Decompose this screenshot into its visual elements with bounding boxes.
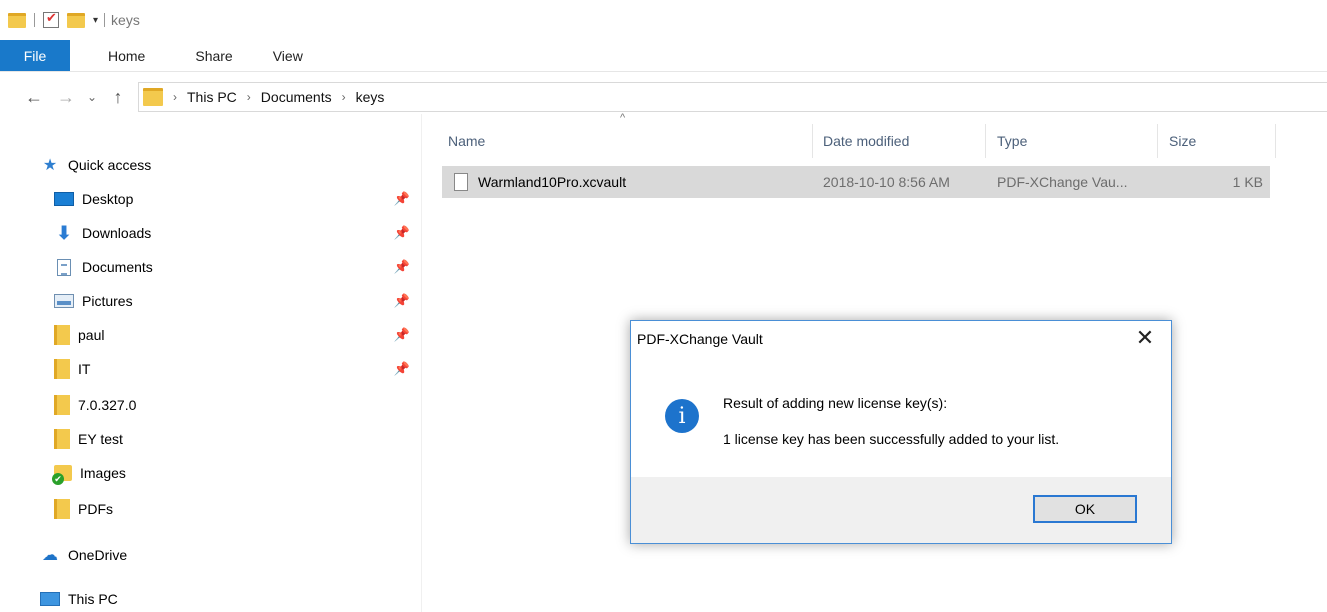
dialog-title: PDF-XChange Vault: [637, 331, 763, 347]
pin-icon[interactable]: 📌: [394, 225, 410, 241]
sidebar-item-label: Documents: [82, 259, 153, 275]
tab-file[interactable]: File: [0, 40, 70, 71]
cloud-icon: ☁: [42, 547, 58, 564]
tab-view[interactable]: View: [253, 40, 323, 71]
images-folder-icon: [52, 465, 72, 485]
chevron-right-icon[interactable]: ›: [173, 90, 177, 104]
downloads-icon: ⬇: [56, 222, 72, 243]
breadcrumb-documents[interactable]: Documents: [261, 89, 332, 105]
pin-icon[interactable]: 📌: [394, 293, 410, 309]
pin-icon[interactable]: 📌: [394, 327, 410, 343]
navigation-pane: ★ Quick access Desktop 📌 ⬇ Downloads 📌 D…: [0, 114, 422, 612]
sidebar-item-label: IT: [78, 361, 91, 377]
close-icon[interactable]: ✕: [1133, 325, 1157, 351]
breadcrumb-this-pc[interactable]: This PC: [187, 89, 237, 105]
folder-icon: [54, 499, 70, 519]
folder-icon: [143, 88, 163, 106]
ribbon-tabs: File Home Share View: [0, 40, 1327, 72]
sidebar-item-ey-test[interactable]: EY test: [54, 424, 420, 454]
chevron-right-icon[interactable]: ›: [342, 90, 346, 104]
column-divider[interactable]: [812, 124, 813, 158]
pin-icon[interactable]: 📌: [394, 259, 410, 275]
sidebar-item-pictures[interactable]: Pictures 📌: [54, 286, 420, 316]
column-divider[interactable]: [985, 124, 986, 158]
column-divider[interactable]: [1157, 124, 1158, 158]
column-header-date-modified[interactable]: Date modified: [823, 124, 973, 158]
sidebar-item-label: Pictures: [82, 293, 133, 309]
folder-icon: [8, 12, 26, 28]
sidebar-item-label: 7.0.327.0: [78, 397, 137, 413]
sidebar-item-label: paul: [78, 327, 105, 343]
ok-button[interactable]: OK: [1033, 495, 1137, 523]
sidebar-item-quick-access[interactable]: ★ Quick access: [40, 150, 420, 180]
sidebar-item-images[interactable]: Images: [52, 458, 420, 488]
documents-icon: [54, 258, 74, 276]
sidebar-item-label: Desktop: [82, 191, 134, 207]
breadcrumb-keys[interactable]: keys: [356, 89, 385, 105]
sidebar-item-label: This PC: [68, 591, 118, 607]
sort-ascending-icon: ^: [620, 112, 626, 124]
folder-icon: [54, 325, 70, 345]
dialog-message-heading: Result of adding new license key(s):: [723, 395, 948, 411]
sidebar-item-desktop[interactable]: Desktop 📌: [54, 184, 420, 214]
sidebar-item-7-0-327-0[interactable]: 7.0.327.0: [54, 390, 420, 420]
sidebar-item-it[interactable]: IT 📌: [54, 354, 420, 384]
toolbar-divider: [34, 13, 35, 27]
column-header-size[interactable]: Size: [1169, 124, 1269, 158]
tab-home[interactable]: Home: [70, 40, 165, 71]
file-size: 1 KB: [1232, 174, 1263, 190]
sidebar-item-pdfs[interactable]: PDFs: [54, 494, 420, 524]
star-icon: ★: [42, 157, 58, 174]
pin-icon[interactable]: 📌: [394, 191, 410, 207]
pictures-icon: [54, 294, 74, 308]
title-bar: ▾ keys: [0, 0, 1327, 40]
sidebar-item-downloads[interactable]: ⬇ Downloads 📌: [54, 218, 420, 248]
sidebar-item-label: Images: [80, 465, 126, 481]
customize-toolbar-icon[interactable]: ▾: [93, 15, 98, 26]
sidebar-item-label: OneDrive: [68, 547, 128, 563]
folder-icon: [54, 429, 70, 449]
forward-arrow-icon[interactable]: →: [54, 87, 78, 108]
desktop-icon: [54, 192, 74, 206]
sidebar-item-label: PDFs: [78, 501, 113, 517]
address-bar[interactable]: › This PC › Documents › keys: [138, 82, 1327, 112]
sidebar-item-documents[interactable]: Documents 📌: [54, 252, 420, 282]
column-header-name[interactable]: Name: [448, 124, 808, 158]
column-divider[interactable]: [1275, 124, 1276, 158]
navigation-bar: ← → ⌄ ↑ › This PC › Documents › keys: [0, 80, 1327, 114]
file-icon: [454, 173, 468, 191]
folder-icon: [54, 395, 70, 415]
dialog-message-body: 1 license key has been successfully adde…: [723, 431, 1060, 447]
table-row[interactable]: Warmland10Pro.xcvault 2018-10-10 8:56 AM…: [442, 166, 1270, 198]
file-date-modified: 2018-10-10 8:56 AM: [823, 174, 950, 190]
pin-icon[interactable]: 📌: [394, 361, 410, 377]
message-dialog: PDF-XChange Vault ✕ i Result of adding n…: [630, 320, 1172, 544]
recent-locations-icon[interactable]: ⌄: [80, 90, 104, 104]
chevron-right-icon[interactable]: ›: [247, 90, 251, 104]
sidebar-item-onedrive[interactable]: ☁ OneDrive: [40, 540, 420, 570]
tab-share[interactable]: Share: [165, 40, 252, 71]
new-folder-icon[interactable]: [67, 12, 85, 28]
sidebar-item-label: Quick access: [68, 157, 152, 173]
info-icon: i: [665, 399, 699, 433]
up-arrow-icon[interactable]: ↑: [106, 87, 130, 108]
dialog-footer: OK: [631, 477, 1171, 543]
column-header-type[interactable]: Type: [997, 124, 1147, 158]
folder-icon: [54, 359, 70, 379]
file-type: PDF-XChange Vau...: [997, 174, 1128, 190]
sidebar-item-paul[interactable]: paul 📌: [54, 320, 420, 350]
sidebar-item-label: Downloads: [82, 225, 152, 241]
window-title: keys: [111, 12, 140, 28]
file-name: Warmland10Pro.xcvault: [478, 174, 627, 190]
computer-icon: [40, 592, 60, 606]
properties-icon[interactable]: [43, 10, 59, 28]
sidebar-item-this-pc[interactable]: This PC: [40, 584, 420, 612]
sidebar-item-label: EY test: [78, 431, 123, 447]
toolbar-divider: [104, 13, 106, 27]
back-arrow-icon[interactable]: ←: [22, 87, 46, 108]
